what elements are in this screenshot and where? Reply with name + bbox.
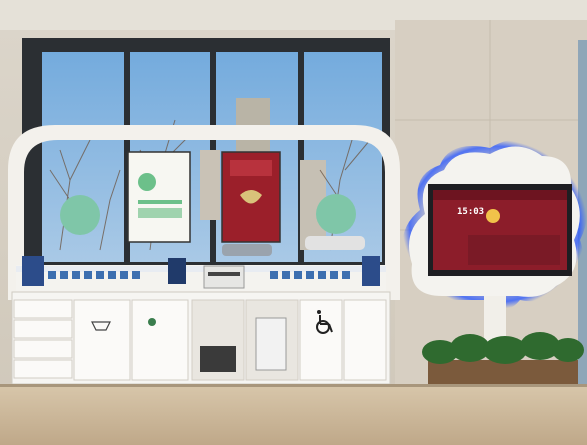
hanging-sign-left — [60, 195, 100, 235]
cabinet-door-2 — [131, 299, 189, 381]
cabinet-door-4 — [343, 299, 387, 381]
brochure-stand-left — [22, 256, 44, 286]
card-reader — [168, 258, 186, 284]
dark-device — [200, 346, 236, 372]
hanging-sign-right — [316, 194, 356, 234]
photo-scene: 15:03 — [0, 0, 587, 445]
cabinet-door-1 — [73, 299, 131, 381]
floor — [0, 384, 587, 445]
shoe-polisher — [255, 317, 287, 371]
car-white — [305, 236, 365, 250]
scene-illustration — [0, 0, 587, 445]
poster-green — [127, 151, 191, 243]
weather-sun-icon — [486, 209, 500, 223]
printer — [203, 265, 245, 289]
kiosk-time: 15:03 — [457, 207, 485, 217]
brochure-stand-right — [362, 256, 380, 286]
